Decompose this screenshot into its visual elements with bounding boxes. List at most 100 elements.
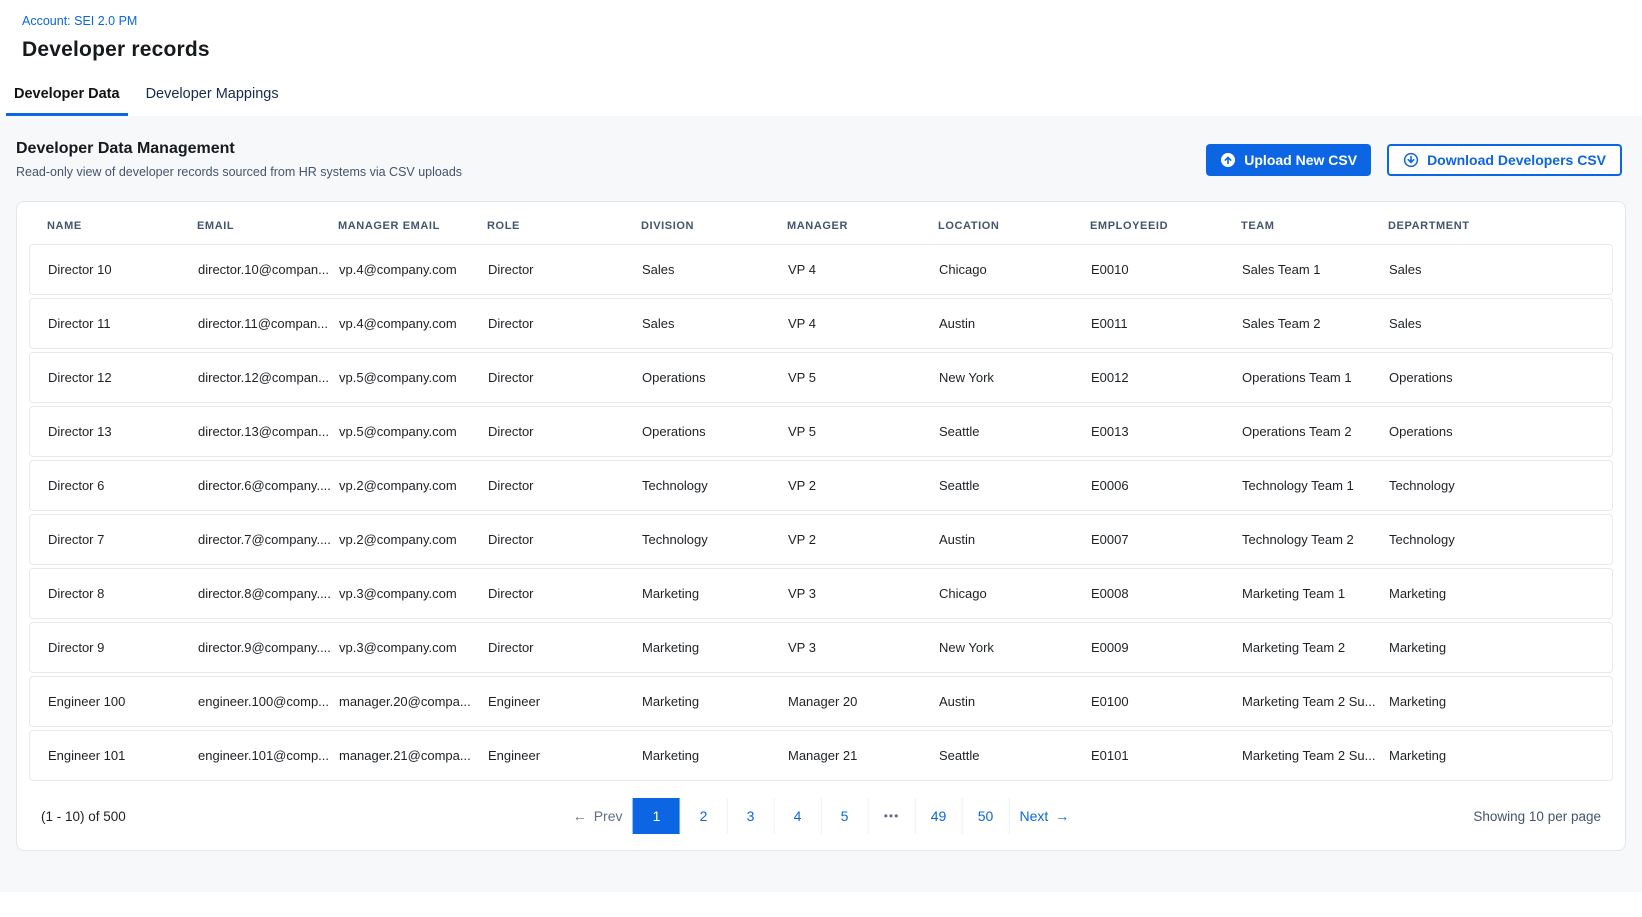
table-cell: Technology Team 1 [1242,478,1389,493]
table-row: Director 6director.6@company....vp.2@com… [29,460,1613,511]
table-cell: Engineer [488,748,642,763]
table-cell: E0006 [1091,478,1242,493]
table-cell: VP 2 [788,532,939,547]
per-page-text: Showing 10 per page [1473,809,1601,824]
pagination-label: 4 [794,808,802,824]
page-header: Account: SEI 2.0 PM Developer records [0,0,1642,62]
column-header-department: DEPARTMENT [1388,220,1613,232]
table-cell: Austin [939,316,1091,331]
pagination-page-2[interactable]: 2 [680,798,727,834]
pagination-label: ••• [884,809,900,823]
pagination-ellipsis: ••• [868,798,915,834]
pagination-prev-button[interactable]: ← Prev [563,798,633,834]
pagination-page-5[interactable]: 5 [821,798,868,834]
table-cell: Operations [642,370,788,385]
table-cell: VP 4 [788,262,939,277]
table-cell: Sales [1389,262,1612,277]
table-cell: Manager 20 [788,694,939,709]
upload-icon [1220,152,1236,168]
column-header-team: TEAM [1241,220,1388,232]
pagination-label: 1 [653,808,661,824]
table-cell: Marketing Team 2 [1242,640,1389,655]
developer-data-section: Developer Data Management Read-only view… [0,116,1642,892]
column-header-employeeid: EMPLOYEEID [1090,220,1241,232]
table-cell: Austin [939,532,1091,547]
pagination-page-50[interactable]: 50 [962,798,1009,834]
pagination-page-49[interactable]: 49 [915,798,962,834]
table-cell: Sales [642,262,788,277]
table-cell: Seattle [939,424,1091,439]
table-cell: vp.2@company.com [339,478,488,493]
column-header-role: ROLE [487,220,641,232]
table-cell: Marketing Team 2 Su... [1242,694,1389,709]
table-cell: Seattle [939,478,1091,493]
pagination-label: 5 [841,808,849,824]
section-header-text: Developer Data Management Read-only view… [16,140,462,179]
table-cell: Marketing [1389,640,1612,655]
table-cell: director.13@compan... [198,424,339,439]
table-cell: Director 10 [48,262,198,277]
table-footer: (1 - 10) of 500 ←Prev12345•••4950Next→ S… [17,784,1625,844]
table-cell: Marketing Team 1 [1242,586,1389,601]
table-row: Engineer 101engineer.101@comp...manager.… [29,730,1613,781]
table-cell: Operations Team 1 [1242,370,1389,385]
table-cell: Marketing [1389,694,1612,709]
table-cell: Director 6 [48,478,198,493]
table-cell: VP 3 [788,640,939,655]
table-cell: VP 2 [788,478,939,493]
download-developers-csv-button[interactable]: Download Developers CSV [1387,144,1622,176]
upload-new-csv-button[interactable]: Upload New CSV [1206,144,1371,176]
table-cell: Sales Team 2 [1242,316,1389,331]
table-cell: New York [939,370,1091,385]
table-cell: Operations [642,424,788,439]
section-title: Developer Data Management [16,140,462,158]
table-row: Director 13director.13@compan...vp.5@com… [29,406,1613,457]
column-header-name: NAME [47,220,197,232]
table-cell: Chicago [939,586,1091,601]
pagination-next-button[interactable]: Next→ [1009,798,1080,834]
tab-bar: Developer Data Developer Mappings [0,76,1642,116]
table-cell: Marketing [642,640,788,655]
table-cell: vp.4@company.com [339,262,488,277]
pagination-label: Prev [594,808,623,824]
section-header: Developer Data Management Read-only view… [16,140,1626,179]
table-cell: director.9@company.... [198,640,339,655]
pagination-page-3[interactable]: 3 [727,798,774,834]
tab-developer-data[interactable]: Developer Data [6,76,128,116]
table-cell: Marketing [1389,748,1612,763]
pagination-page-1[interactable]: 1 [633,798,680,834]
table-cell: Director [488,262,642,277]
account-link[interactable]: Account: SEI 2.0 PM [22,14,137,28]
table-cell: engineer.101@comp... [198,748,339,763]
column-header-location: LOCATION [938,220,1090,232]
table-cell: Director [488,478,642,493]
table-row: Director 11director.11@compan...vp.4@com… [29,298,1613,349]
arrow-left-icon: ← [573,809,587,823]
table-cell: Marketing [642,748,788,763]
table-cell: Technology Team 2 [1242,532,1389,547]
table-cell: Director [488,316,642,331]
table-cell: Operations Team 2 [1242,424,1389,439]
page-title: Developer records [22,38,1620,62]
table-cell: Engineer 100 [48,694,198,709]
upload-button-label: Upload New CSV [1244,152,1357,168]
table-cell: Director [488,370,642,385]
table-cell: Sales [1389,316,1612,331]
results-range-text: (1 - 10) of 500 [41,809,126,824]
table-cell: Director [488,640,642,655]
table-cell: vp.3@company.com [339,640,488,655]
table-cell: VP 5 [788,424,939,439]
table-cell: VP 5 [788,370,939,385]
table-cell: Marketing [1389,586,1612,601]
tab-developer-mappings[interactable]: Developer Mappings [138,76,287,116]
table-cell: VP 3 [788,586,939,601]
table-cell: vp.2@company.com [339,532,488,547]
table-cell: director.8@company.... [198,586,339,601]
table-cell: Director 9 [48,640,198,655]
table-cell: E0007 [1091,532,1242,547]
table-cell: Director [488,424,642,439]
pagination-page-4[interactable]: 4 [774,798,821,834]
download-button-label: Download Developers CSV [1427,152,1606,168]
table-cell: vp.4@company.com [339,316,488,331]
table-cell: Chicago [939,262,1091,277]
